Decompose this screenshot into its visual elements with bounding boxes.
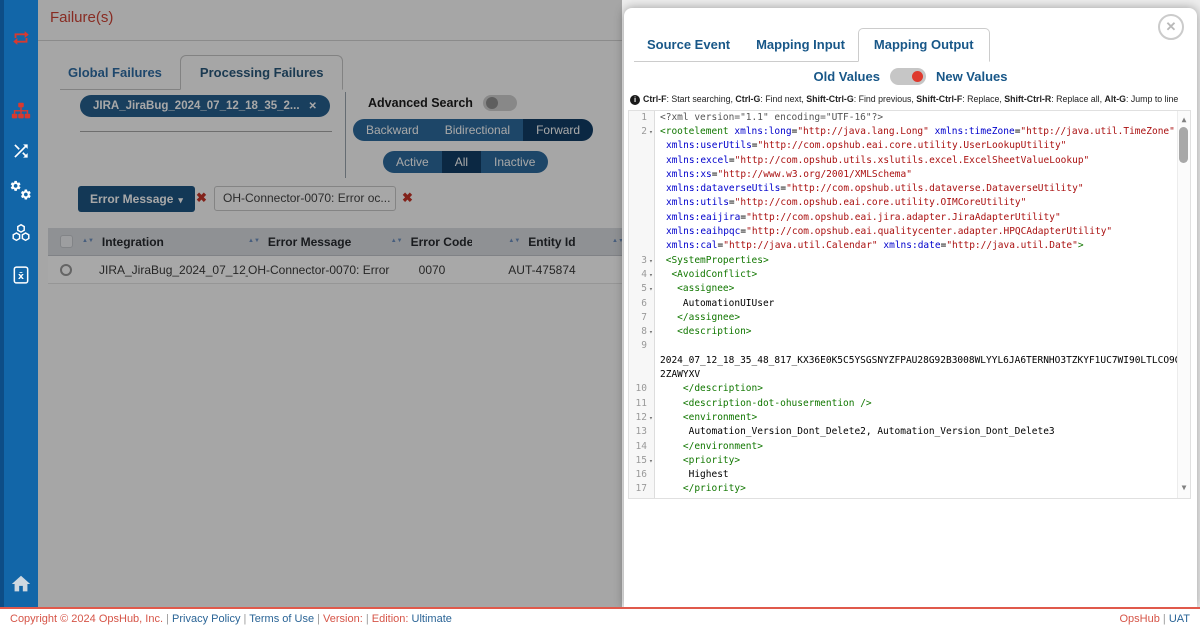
- event-details-panel: ✕ Source Event Mapping Input Mapping Out…: [622, 0, 1200, 607]
- editor-lines: 1<?xml version="1.1" encoding="UTF-16"?>…: [629, 111, 1177, 497]
- code-line: 15▾ <priority>: [629, 454, 1177, 468]
- code-line: xmlns:xs="http://www.w3.org/2001/XMLSche…: [629, 168, 1177, 182]
- fold-icon[interactable]: ▾: [647, 325, 655, 339]
- code-line: 14 </environment>: [629, 440, 1177, 454]
- code-line: 2024_07_12_18_35_48_817_KX36E0K5C5YSGSNY…: [629, 354, 1177, 368]
- code-line: 10 </description>: [629, 382, 1177, 396]
- home-icon[interactable]: [9, 572, 33, 596]
- fold-icon[interactable]: ▾: [647, 254, 655, 268]
- old-new-values-toggle[interactable]: [890, 68, 926, 85]
- scrollbar-thumb[interactable]: [1179, 127, 1188, 163]
- code-line: 17 </priority>: [629, 482, 1177, 496]
- footer-right: OpsHub | UAT: [1119, 613, 1190, 625]
- code-line: xmlns:userUtils="http://com.opshub.eai.c…: [629, 139, 1177, 153]
- old-values-label[interactable]: Old Values: [813, 69, 879, 84]
- editor-scrollbar[interactable]: ▲ ▼: [1177, 111, 1190, 498]
- code-line: 2ZAWYXV: [629, 368, 1177, 382]
- code-line: 11 <description-dot-ohusermention />: [629, 397, 1177, 411]
- code-line: xmlns:cal="http://java.util.Calendar" xm…: [629, 239, 1177, 253]
- xml-code-editor[interactable]: 1<?xml version="1.1" encoding="UTF-16"?>…: [628, 110, 1191, 499]
- fold-icon[interactable]: ▾: [647, 125, 655, 139]
- values-toggle-row: Old Values New Values: [624, 68, 1197, 85]
- hierarchy-icon[interactable]: [9, 99, 33, 123]
- fold-icon[interactable]: ▾: [647, 411, 655, 425]
- sidebar: x̄: [0, 0, 38, 607]
- code-line: 3▾ <SystemProperties>: [629, 254, 1177, 268]
- code-line: xmlns:dataverseUtils="http://com.opshub.…: [629, 182, 1177, 196]
- scroll-up-icon[interactable]: ▲: [1178, 113, 1190, 127]
- footer: Copyright © 2024 OpsHub, Inc. | Privacy …: [0, 607, 1200, 629]
- panel-tabs: Source Event Mapping Input Mapping Outpu…: [634, 28, 990, 62]
- gears-icon[interactable]: [9, 179, 33, 203]
- footer-left: Copyright © 2024 OpsHub, Inc. | Privacy …: [10, 613, 452, 625]
- code-line: 12▾ <environment>: [629, 411, 1177, 425]
- code-line: 8▾ <description>: [629, 325, 1177, 339]
- new-values-label[interactable]: New Values: [936, 69, 1008, 84]
- code-line: xmlns:eaihpqc="http://com.opshub.eai.qua…: [629, 225, 1177, 239]
- code-line: 16 Highest: [629, 468, 1177, 482]
- tab-mapping-input[interactable]: Mapping Input: [743, 30, 858, 61]
- tab-mapping-output[interactable]: Mapping Output: [858, 28, 990, 62]
- tab-source-event[interactable]: Source Event: [634, 30, 743, 61]
- toggle-knob: [912, 71, 923, 82]
- modal-dim-overlay: [38, 0, 622, 607]
- code-line: 2▾<rootelement xmlns:long="http://java.l…: [629, 125, 1177, 139]
- fold-icon[interactable]: ▾: [647, 268, 655, 282]
- excel-file-icon[interactable]: x̄: [9, 263, 33, 287]
- code-line: xmlns:excel="http://com.opshub.utils.xsl…: [629, 154, 1177, 168]
- code-line: xmlns:eaijira="http://com.opshub.eai.jir…: [629, 211, 1177, 225]
- screen: x̄ Failure(s) Global Failures Processing…: [0, 0, 1200, 629]
- code-line: 5▾ <assignee>: [629, 282, 1177, 296]
- panel-card: ✕ Source Event Mapping Input Mapping Out…: [624, 8, 1197, 607]
- code-line: 4▾ <AvoidConflict>: [629, 268, 1177, 282]
- code-line: 9: [629, 339, 1177, 353]
- fold-icon[interactable]: ▾: [647, 454, 655, 468]
- code-line: 6 AutomationUIUser: [629, 297, 1177, 311]
- svg-text:x̄: x̄: [18, 271, 24, 282]
- scroll-down-icon[interactable]: ▼: [1178, 481, 1190, 495]
- fold-icon[interactable]: ▾: [647, 282, 655, 296]
- search-shortcuts-hint: iCtrl-F: Start searching, Ctrl-G: Find n…: [630, 94, 1189, 105]
- code-line: 13 Automation_Version_Dont_Delete2, Auto…: [629, 425, 1177, 439]
- shuffle-icon[interactable]: [9, 139, 33, 163]
- close-icon[interactable]: ✕: [1158, 14, 1184, 40]
- info-icon: i: [630, 95, 640, 105]
- code-line: 7 </assignee>: [629, 311, 1177, 325]
- cubes-icon[interactable]: [9, 221, 33, 245]
- code-line: xmlns:utils="http://com.opshub.eai.core.…: [629, 196, 1177, 210]
- code-line: 1<?xml version="1.1" encoding="UTF-16"?>: [629, 111, 1177, 125]
- sync-icon[interactable]: [9, 26, 33, 50]
